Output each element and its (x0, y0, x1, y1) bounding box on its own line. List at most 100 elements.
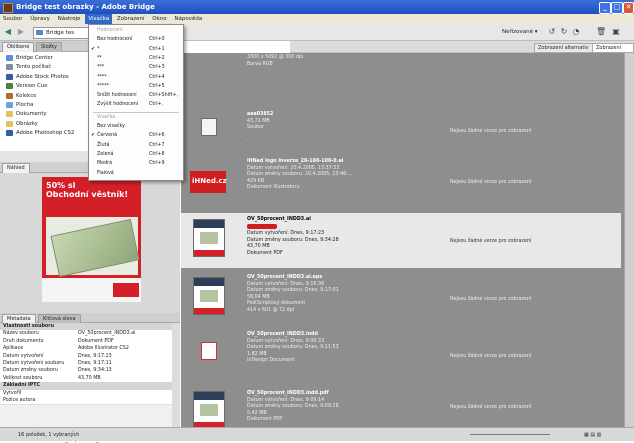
view-options-icon[interactable]: ▦ ▤ ▥ (584, 428, 601, 442)
file-name[interactable]: OV_50procent_INDD3.indd.pdf (247, 391, 339, 398)
file-thumbnail (193, 277, 225, 315)
file-info: OV_50procent_INDD3.indd Datum vytvoření: … (247, 332, 339, 365)
content-area: 3300 x 5092 @ 300 dpi Barva RGB aaa03852 43… (181, 53, 634, 429)
metadata-value: Dnes, 9:34:13 (78, 368, 112, 374)
alternatives-view-button[interactable]: Zobrazení alternativ (534, 43, 593, 53)
menu-section-header: Visačka (89, 114, 183, 121)
file-name[interactable]: iHNed logo inverze_20-180-100-0.ai (247, 159, 352, 166)
content-item[interactable]: 3300 x 5092 @ 300 dpi Barva RGB (181, 53, 621, 77)
metadata-key: Vytvořil (3, 390, 22, 396)
menu-napoveda[interactable]: Nápověda (171, 14, 205, 24)
favorite-icon (6, 130, 13, 137)
path-dropdown[interactable]: Bridge tes (33, 27, 96, 39)
maximize-button[interactable]: □ (611, 2, 623, 14)
menu-item[interactable]: ** Ctrl+2 (89, 55, 183, 62)
content-item[interactable]: OV_50procent_INDD3.indd Datum vytvoření: … (181, 328, 621, 383)
rotate-right-icon[interactable]: ↻ (560, 28, 568, 36)
file-name[interactable]: OV_50procent_INDD3.ai.eps (247, 275, 339, 282)
file-detail: 43,70 MB (247, 244, 270, 250)
tab-folders[interactable]: Složky (36, 42, 62, 52)
favorite-icon (6, 83, 13, 90)
file-detail: Soubor (247, 125, 264, 131)
menu-item[interactable]: **** Ctrl+4 (89, 74, 183, 81)
view-mode-bar: Zobrazení alternativ Zobrazení verzí (290, 41, 634, 59)
window-title: Bridge test obrazky - Adobe Bridge (16, 3, 155, 11)
metadata-key: Název souboru (3, 331, 39, 337)
zoom-slider[interactable] (470, 434, 550, 435)
favorite-label: Obrázky (16, 120, 38, 127)
file-info: OV_50procent_INDD3.ai.eps Datum vytvoření… (247, 275, 339, 315)
sort-dropdown[interactable]: Neřízované ▾ (502, 29, 538, 35)
menu-item-label: Visačka (97, 114, 116, 120)
menu-item[interactable]: Žlutá Ctrl+7 (89, 142, 183, 149)
file-thumbnail (193, 391, 225, 429)
tab-preview[interactable]: Náhled (2, 163, 30, 173)
favorite-icon (6, 64, 13, 71)
versions-view-button[interactable]: Zobrazení verzí (592, 43, 634, 59)
thumbnail-logo-text: iHNed.cz (192, 177, 227, 185)
file-detail: - (247, 131, 249, 137)
version-status: Nejsou žádné verze pro zobrazení (450, 353, 532, 359)
menu-okno[interactable]: Okno (149, 14, 169, 24)
menu-item[interactable]: Bez visačky (89, 123, 183, 130)
menu-item[interactable]: Fialová (89, 170, 183, 177)
metadata-key: Datum změny souboru (3, 368, 58, 374)
file-detail: Dokument PDF (247, 417, 283, 423)
menu-item-label: * (97, 46, 100, 52)
menu-item[interactable]: Snížit hodnocení Ctrl+Shift+, (89, 92, 183, 99)
menu-item-label: Žlutá (97, 142, 110, 148)
forward-icon[interactable]: ▶ (17, 28, 25, 36)
menu-item[interactable]: Zvýšit hodnocení Ctrl+. (89, 101, 183, 108)
tab-favorites[interactable]: Oblíbené (2, 42, 35, 52)
content-scrollbar[interactable] (624, 53, 634, 427)
file-detail: Dokument PDF (247, 250, 283, 256)
file-name[interactable]: OV_50procent_INDD3.indd (247, 332, 339, 339)
menu-item-label: ** (97, 55, 102, 61)
menu-item[interactable]: *** Ctrl+3 (89, 64, 183, 71)
menu-zobrazeni[interactable]: Zobrazení (114, 14, 148, 24)
menu-upravy[interactable]: Úpravy (27, 14, 53, 24)
menu-item[interactable]: Modrá Ctrl+9 (89, 160, 183, 167)
menu-soubor[interactable]: Soubor (0, 14, 25, 24)
content-item[interactable]: OV_50procent_INDD3.indd.pdf Datum vytvoře… (181, 387, 621, 429)
menu-visacka[interactable]: Visačka (85, 14, 113, 24)
favorite-label: Adobe Stock Photos (16, 73, 69, 80)
close-button[interactable]: ✕ (623, 2, 634, 14)
file-detail: Barva RGB (247, 61, 273, 67)
content-item[interactable]: aaa03852 43,71 MB Soubor - - - Nejsou žádné ve… (181, 108, 621, 154)
minimize-button[interactable]: _ (599, 2, 611, 14)
menu-nastroje[interactable]: Nástroje (55, 14, 84, 24)
content-item[interactable]: iHNed.cz iHNed logo inverze_20-180-100-0.… (181, 155, 621, 209)
label-icon[interactable]: ◔ (572, 28, 580, 36)
menu-item-label: Bez hodnocení (97, 37, 133, 43)
compact-mode-icon[interactable]: ▣ (612, 28, 620, 36)
favorite-icon (6, 55, 13, 61)
content-item[interactable]: OV_50procent_INDD3.ai Datum vytvoření: Dn… (181, 213, 621, 268)
file-info: 3300 x 5092 @ 300 dpi Barva RGB (247, 55, 303, 68)
favorite-icon (6, 73, 13, 80)
favorite-icon (6, 92, 13, 99)
check-icon: ✔ (91, 133, 96, 139)
menu-item-shortcut: Ctrl+3 (149, 65, 165, 71)
back-icon[interactable]: ◀ (4, 28, 12, 36)
menu-item[interactable]: Zelená Ctrl+8 (89, 151, 183, 158)
menu-item-shortcut: Ctrl+4 (149, 74, 165, 80)
metadata-scrollbar[interactable] (172, 323, 180, 427)
version-status: Nejsou žádné verze pro zobrazení (450, 296, 532, 302)
file-name[interactable]: OV_50procent_INDD3.ai (247, 217, 339, 224)
rotate-left-icon[interactable]: ↺ (548, 28, 556, 36)
delete-icon[interactable]: 🗑 (596, 28, 606, 36)
menu-item[interactable]: Bez hodnocení Ctrl+0 (89, 36, 183, 43)
file-thumbnail: iHNed.cz (190, 171, 227, 193)
version-status: Nejsou žádné verze pro zobrazení (450, 238, 532, 244)
file-detail: Datum změny souboru: Dnes, 9:17:01 (247, 288, 339, 294)
content-item[interactable]: OV_50procent_INDD3.ai.eps Datum vytvoření… (181, 271, 621, 326)
preview-headline-1: 50% sl (46, 181, 76, 190)
menu-item[interactable]: ✔ * Ctrl+1 (89, 46, 183, 53)
menu-item[interactable]: ***** Ctrl+5 (89, 83, 183, 90)
file-name[interactable]: aaa03852 (247, 112, 273, 119)
menu-item[interactable]: ✔ Červená Ctrl+6 (89, 132, 183, 139)
window-title-bar: Bridge test obrazky - Adobe Bridge _ □ ✕ (0, 0, 634, 14)
menu-item-label: Modrá (97, 161, 113, 167)
file-detail: - (247, 138, 249, 144)
